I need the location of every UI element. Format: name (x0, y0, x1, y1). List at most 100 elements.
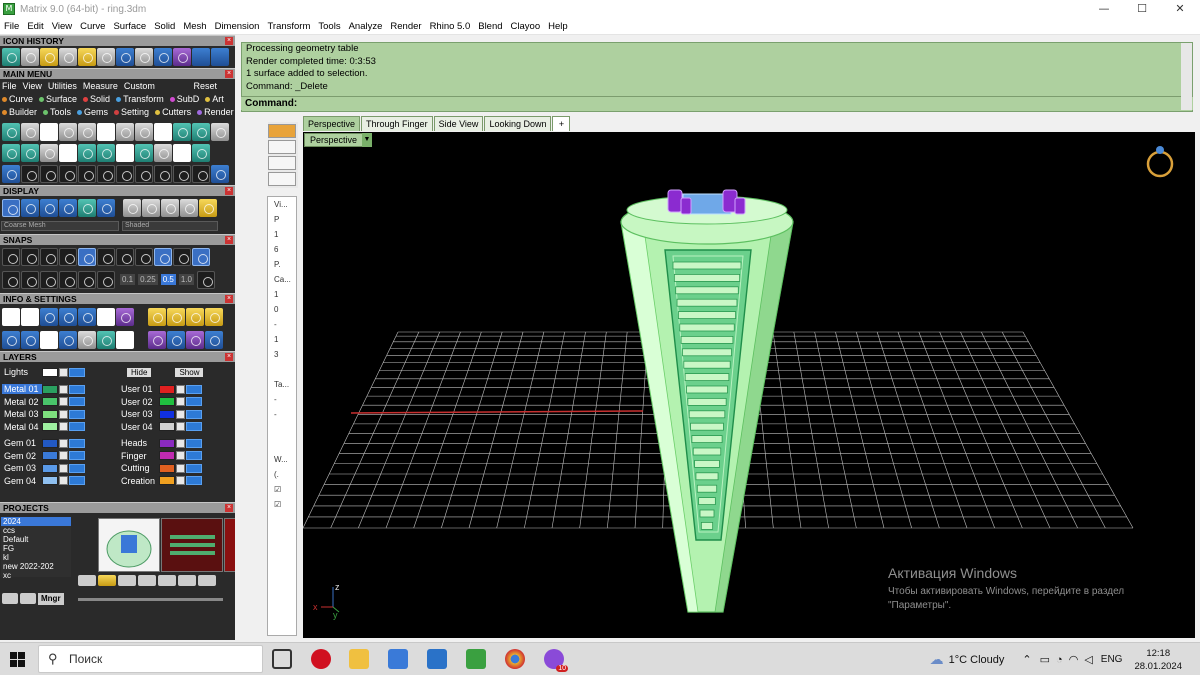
maximize-button[interactable]: ☐ (1123, 0, 1161, 18)
mm-art[interactable]: Art (205, 94, 224, 104)
menu-mesh[interactable]: Mesh (179, 21, 210, 32)
layer-color-swatch[interactable] (42, 422, 58, 431)
display-tab[interactable] (268, 140, 296, 154)
history-tool-icon[interactable] (21, 47, 39, 66)
layer-color-swatch[interactable] (159, 397, 175, 406)
info-icon[interactable] (2, 330, 20, 349)
thumbnail-size-slider[interactable] (78, 598, 223, 601)
layer-visibility-icon[interactable] (69, 476, 85, 485)
display-mode-icon[interactable] (123, 198, 141, 217)
display-mode-icon[interactable] (21, 198, 39, 217)
tool-icon[interactable] (59, 143, 77, 162)
layer-color-swatch[interactable] (159, 422, 175, 431)
mm-subd[interactable]: SubD (169, 94, 199, 104)
menu-view[interactable]: View (48, 21, 76, 32)
file-explorer-icon[interactable] (349, 649, 369, 669)
layer-visibility-icon[interactable] (69, 422, 85, 431)
layer-color-swatch[interactable] (42, 384, 58, 394)
tool-icon[interactable] (154, 122, 172, 141)
history-tool-icon[interactable] (116, 47, 134, 66)
main-menu-header[interactable]: MAIN MENU × (0, 68, 235, 79)
lock-icon[interactable] (59, 367, 68, 377)
layer-row[interactable]: User 03 (119, 408, 203, 420)
history-tool-icon[interactable] (40, 47, 58, 66)
add-project-icon[interactable] (2, 593, 18, 604)
layer-visibility-icon[interactable] (69, 367, 85, 377)
close-icon[interactable]: × (225, 295, 233, 303)
shading-mode-dropdown[interactable]: Shaded (122, 221, 218, 231)
tool-icon[interactable] (192, 164, 210, 183)
projects-list[interactable]: 2024 ccs Default FG kl new 2022-202 xc (1, 517, 71, 580)
menu-clayoo[interactable]: Clayoo (507, 21, 545, 32)
info-icon[interactable] (167, 307, 185, 326)
snap-icon[interactable] (2, 247, 20, 266)
snap-icon[interactable] (40, 247, 58, 266)
mm-setting[interactable]: Setting (114, 107, 149, 117)
layer-row[interactable]: User 02 (119, 396, 203, 408)
layer-color-swatch[interactable] (159, 384, 175, 394)
delete-icon[interactable] (78, 575, 96, 586)
minimize-button[interactable]: — (1085, 0, 1123, 18)
property-item[interactable]: - (268, 392, 296, 407)
wifi-icon[interactable]: ◠ (1069, 653, 1079, 666)
close-icon[interactable]: × (225, 187, 233, 195)
info-icon[interactable] (148, 330, 166, 349)
back-arrow-icon[interactable] (192, 47, 210, 66)
layer-visibility-icon[interactable] (69, 384, 85, 394)
layer-row[interactable]: Creation (119, 475, 203, 487)
layer-row[interactable]: User 01 (119, 383, 203, 395)
project-item[interactable]: kl (1, 553, 71, 562)
volume-icon[interactable]: ◁ (1084, 653, 1092, 666)
lock-icon[interactable] (176, 451, 185, 460)
property-item[interactable]: 6 (268, 242, 296, 257)
viber-icon[interactable]: 10 (544, 649, 568, 672)
display-mode-icon[interactable] (97, 198, 115, 217)
property-item[interactable]: ☑ (268, 482, 296, 497)
tool-icon[interactable] (97, 143, 115, 162)
project-item[interactable]: xc (1, 571, 71, 580)
opera-browser-icon[interactable] (311, 649, 331, 669)
snap-icon[interactable] (78, 270, 96, 289)
menu-curve[interactable]: Curve (76, 21, 109, 32)
info-icon[interactable] (21, 330, 39, 349)
menu-surface[interactable]: Surface (109, 21, 150, 32)
mesh-quality-dropdown[interactable]: Coarse Mesh (1, 221, 119, 231)
project-thumbnail[interactable] (98, 518, 160, 572)
display-mode-icon[interactable] (199, 198, 217, 217)
command-scrollbar[interactable] (1181, 43, 1192, 110)
tool-icon[interactable] (135, 143, 153, 162)
close-icon[interactable]: × (225, 504, 233, 512)
layer-row[interactable]: Metal 03 (2, 408, 86, 420)
info-icon[interactable] (78, 307, 96, 326)
display-mode-icon[interactable] (40, 198, 58, 217)
mm-cutters[interactable]: Cutters (155, 107, 191, 117)
tab-perspective[interactable]: Perspective (303, 116, 361, 131)
layer-visibility-icon[interactable] (69, 451, 85, 460)
windows-start-icon[interactable] (10, 652, 25, 667)
history-tool-icon[interactable] (97, 47, 115, 66)
close-icon[interactable]: × (225, 70, 233, 78)
ring-navigator-icon[interactable] (1146, 146, 1174, 178)
chevron-up-icon[interactable]: ⌃ (1022, 653, 1031, 666)
layer-color-swatch[interactable] (159, 409, 175, 419)
weather-text[interactable]: 1°C Cloudy (949, 654, 1005, 666)
mm-transform[interactable]: Transform (116, 94, 164, 104)
store-icon[interactable] (388, 649, 408, 669)
lock-icon[interactable] (59, 476, 68, 485)
reset-button[interactable]: Reset (193, 81, 217, 91)
tool-icon[interactable] (154, 164, 172, 183)
layer-color-swatch[interactable] (159, 451, 175, 460)
lock-icon[interactable] (176, 384, 185, 394)
tool-icon[interactable] (173, 164, 191, 183)
display-header[interactable]: DISPLAY × (0, 185, 235, 196)
info-icon[interactable] (116, 307, 134, 326)
lock-icon[interactable] (59, 409, 68, 419)
layer-visibility-icon[interactable] (186, 476, 202, 485)
layers-tab[interactable] (268, 156, 296, 170)
property-item[interactable]: P. (268, 257, 296, 272)
property-item[interactable]: Ta... (268, 377, 296, 392)
close-icon[interactable]: × (225, 353, 233, 361)
layer-color-swatch[interactable] (42, 476, 58, 485)
layer-visibility-icon[interactable] (69, 463, 85, 473)
layer-visibility-icon[interactable] (69, 438, 85, 448)
